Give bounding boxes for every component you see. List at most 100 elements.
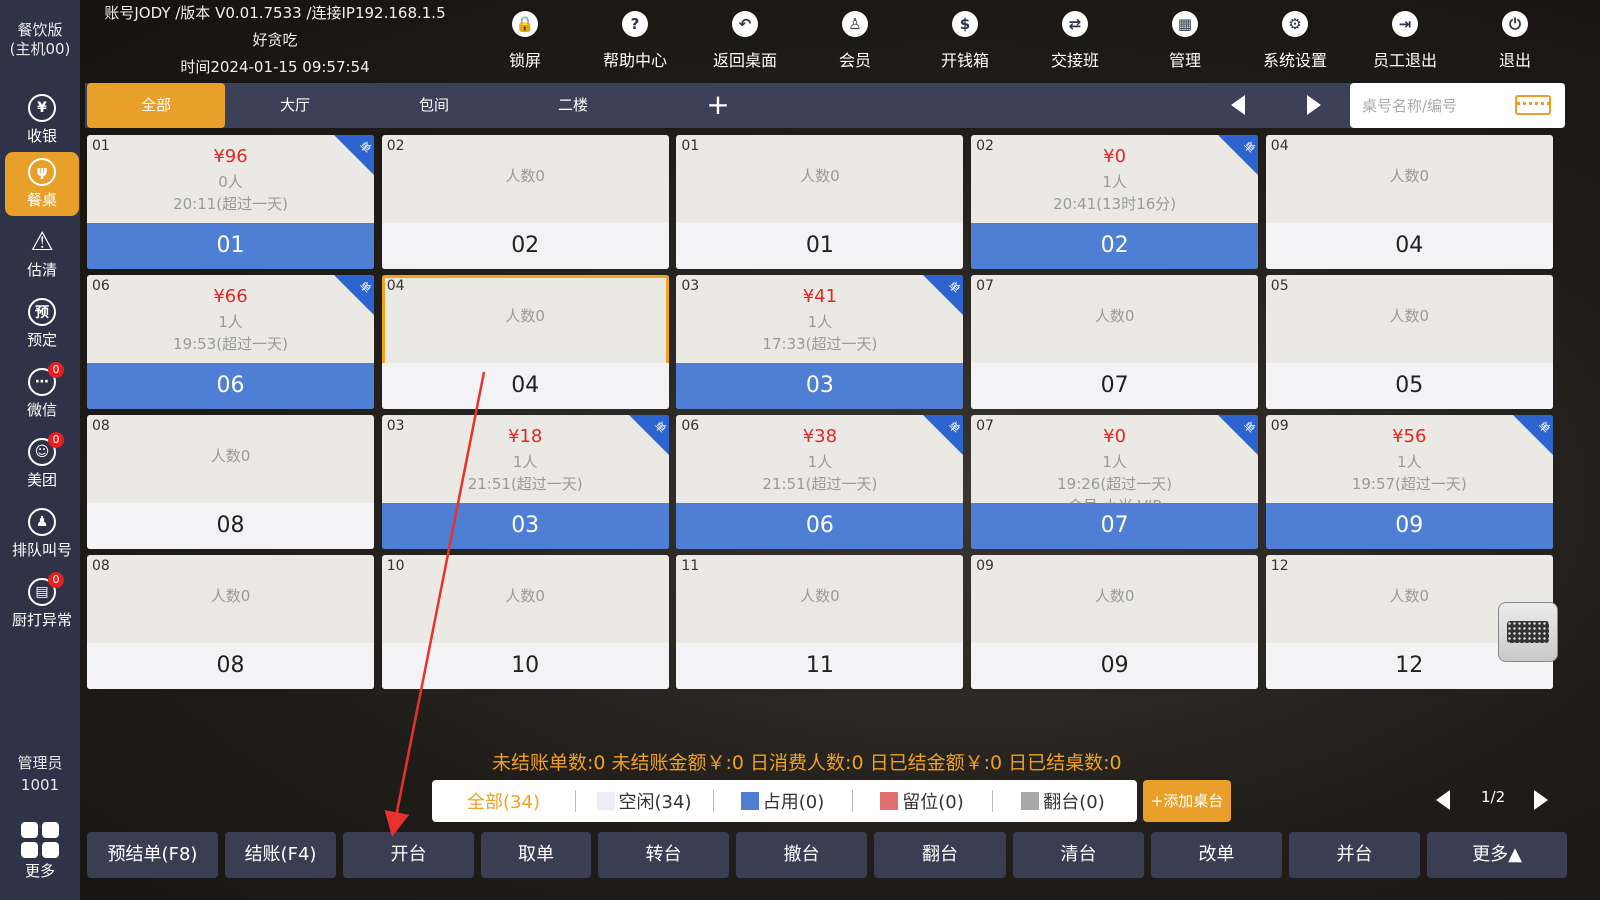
header-info: 账号JODY /版本 V0.01.7533 /连接IP192.168.1.5 好… — [80, 0, 470, 82]
add-table-button[interactable]: +添加桌台 — [1143, 780, 1231, 822]
table-card[interactable]: 11 人数0 11 — [676, 555, 964, 689]
toolbar-button-3[interactable]: ♙ 会员 — [800, 0, 910, 82]
sidebar-item-wechat[interactable]: ⋯ 0 微信 — [5, 362, 79, 426]
edition-label: 餐饮版 (主机00) — [9, 21, 71, 58]
table-info-line: 人数0 — [505, 587, 545, 605]
toolbar-label: 员工退出 — [1372, 51, 1437, 70]
table-name: 06 — [87, 363, 374, 409]
toolbar-button-9[interactable]: ⏻ 退出 — [1460, 0, 1570, 82]
action-button-4[interactable]: 转台 — [598, 832, 729, 878]
table-card[interactable]: 05 人数0 05 — [1265, 275, 1553, 409]
next-page-icon[interactable] — [1534, 790, 1548, 810]
prev-page-arrow-icon[interactable] — [1231, 95, 1245, 115]
table-info-line: 20:11(超过一天) — [173, 195, 288, 213]
table-info-line: 人数0 — [1094, 307, 1135, 325]
toolbar-button-1[interactable]: ? 帮助中心 — [580, 0, 690, 82]
add-area-button[interactable]: + — [703, 83, 733, 128]
table-card[interactable]: 06 ¥38 1人 21:51(超过一天) 单 06 — [676, 415, 964, 549]
corner-label: 单 — [1535, 418, 1553, 436]
table-card[interactable]: 03 ¥18 1人 21:51(超过一天) 单 03 — [381, 415, 669, 549]
order-corner-badge: 单 — [1218, 415, 1259, 455]
logout-icon: ⇥ — [1392, 11, 1418, 37]
table-info-line: 19:57(超过一天) — [1351, 475, 1467, 493]
action-button-10[interactable]: 更多▲ — [1427, 832, 1567, 878]
table-amount: ¥0 — [1103, 426, 1127, 447]
table-card[interactable]: 06 ¥66 1人 19:53(超过一天) 单 06 — [87, 275, 374, 409]
table-details: 人数0 — [1266, 305, 1553, 327]
table-search-input[interactable] — [1360, 91, 1514, 121]
table-card[interactable]: 08 人数0 08 — [87, 415, 374, 549]
area-tab-bar: 全部 大厅 包间 二楼 + — [85, 83, 1565, 128]
table-details: 人数0 — [87, 585, 374, 607]
toolbar-button-6[interactable]: ▦ 管理 — [1130, 0, 1240, 82]
sidebar-item-tables[interactable]: ψ 餐桌 — [5, 152, 79, 216]
area-tab-1[interactable]: 大厅 — [226, 83, 364, 128]
table-card[interactable]: 01 人数0 01 — [676, 135, 964, 269]
toolbar-button-7[interactable]: ⚙ 系统设置 — [1240, 0, 1350, 82]
table-card[interactable]: 07 人数0 07 — [971, 275, 1259, 409]
status-filter-3[interactable]: 留位(0) — [852, 780, 992, 822]
table-amount: ¥38 — [802, 426, 838, 447]
table-info-line: 人数0 — [800, 587, 840, 605]
table-card[interactable]: 04 人数0 04 — [1265, 135, 1553, 269]
action-button-7[interactable]: 清台 — [1013, 832, 1144, 878]
table-card[interactable]: 03 ¥41 1人 17:33(超过一天) 单 03 — [676, 275, 964, 409]
sidebar-item-kitchen-print-error[interactable]: ▤ 0 厨打异常 — [5, 572, 79, 636]
toolbar-label: 退出 — [1498, 51, 1531, 70]
area-tab-3[interactable]: 二楼 — [504, 83, 642, 128]
notification-badge: 0 — [48, 432, 64, 448]
sidebar-item-cashier[interactable]: ¥ 收银 — [5, 88, 79, 152]
table-card[interactable]: 08 人数0 08 — [87, 555, 374, 689]
status-filter-1[interactable]: 空闲(34) — [575, 780, 713, 822]
action-button-0[interactable]: 预结单(F8) — [87, 832, 218, 878]
table-card[interactable]: 10 人数0 10 — [381, 555, 669, 689]
table-card[interactable]: 09 ¥56 1人 19:57(超过一天) 单 09 — [1265, 415, 1553, 549]
table-name: 07 — [971, 363, 1259, 409]
next-page-arrow-icon[interactable] — [1307, 95, 1321, 115]
table-card[interactable]: 02 ¥0 1人 20:41(13时16分) 单 02 — [971, 135, 1259, 269]
sidebar-item-label: 美团 — [26, 471, 57, 489]
area-tab-2[interactable]: 包间 — [365, 83, 503, 128]
more-menu-button[interactable]: 更多 — [0, 822, 80, 881]
back-icon: ↶ — [732, 11, 758, 37]
sidebar-item-queue[interactable]: ♟ 排队叫号 — [5, 502, 79, 566]
sidebar-item-meituan[interactable]: ☺ 0 美团 — [5, 432, 79, 496]
action-button-9[interactable]: 并台 — [1289, 832, 1420, 878]
table-info-line: 21:51(超过一天) — [467, 475, 583, 493]
toolbar-button-0[interactable]: 🔒 锁屏 — [470, 0, 580, 82]
action-button-2[interactable]: 开台 — [343, 832, 474, 878]
table-card[interactable]: 01 ¥96 0人 20:11(超过一天) 单 01 — [87, 135, 374, 269]
floating-keyboard-button[interactable] — [1498, 602, 1558, 662]
area-tab-0[interactable]: 全部 — [87, 83, 225, 128]
action-button-3[interactable]: 取单 — [481, 832, 591, 878]
status-filter-0[interactable]: 全部(34) — [432, 780, 575, 822]
icon-glyph: ▤ — [35, 584, 49, 600]
toolbar-button-2[interactable]: ↶ 返回桌面 — [690, 0, 800, 82]
table-card[interactable]: 09 人数0 09 — [971, 555, 1259, 689]
action-button-1[interactable]: 结账(F4) — [225, 832, 336, 878]
table-info-line: 人数0 — [1389, 167, 1430, 185]
action-button-5[interactable]: 撤台 — [736, 832, 867, 878]
toolbar-button-8[interactable]: ⇥ 员工退出 — [1350, 0, 1460, 82]
status-filter-2[interactable]: 占用(0) — [713, 780, 852, 822]
toolbar-button-5[interactable]: ⇄ 交接班 — [1020, 0, 1130, 82]
table-info-line: 1人 — [1102, 453, 1127, 471]
order-corner-badge: 单 — [334, 275, 374, 315]
status-filter-4[interactable]: 翻台(0) — [992, 780, 1134, 822]
keyboard-icon[interactable] — [1515, 95, 1551, 115]
toolbar-label: 管理 — [1168, 51, 1201, 70]
table-area-number: 12 — [1270, 558, 1289, 574]
action-button-6[interactable]: 翻台 — [874, 832, 1006, 878]
toolbar-button-4[interactable]: $ 开钱箱 — [910, 0, 1020, 82]
table-card[interactable]: 07¥01人19:26(超过一天)会员:小米 VIP单07 — [971, 415, 1259, 549]
table-area-number: 08 — [92, 558, 110, 574]
action-button-8[interactable]: 改单 — [1151, 832, 1282, 878]
daily-summary: 未结账单数:0 未结账金额￥:0 日消费人数:0 日已结金额￥:0 日已结桌数:… — [492, 752, 1122, 774]
table-card[interactable]: 04 人数0 04 — [381, 275, 669, 409]
status-swatch — [596, 792, 615, 810]
sidebar-item-reservation[interactable]: 预预定 — [5, 292, 79, 356]
sidebar-item-sold-out[interactable]: ⚠ 估清 — [5, 222, 79, 286]
table-details: 人数0 — [971, 585, 1258, 607]
table-card[interactable]: 02 人数0 02 — [381, 135, 669, 269]
prev-page-icon[interactable] — [1436, 790, 1450, 810]
